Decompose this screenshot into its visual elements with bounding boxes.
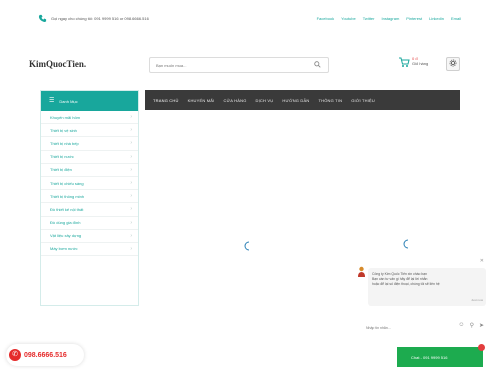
chat-message: Công ty Kim Quốc Tiến xin chào bạn Bạn c… [368,268,486,306]
chat-message-line: hoặc để lại số điện thoại, chúng tôi sẽ … [372,282,440,286]
nav-item-store[interactable]: CỬA HÀNG [223,98,246,103]
category-item-label: Đồ dùng gia đình [50,220,81,226]
category-item[interactable]: Thiết bị thông minh › [41,190,138,204]
gear-icon [449,59,457,69]
chevron-right-icon: › [130,206,132,213]
search-input[interactable] [150,62,310,68]
hotline-block: Gọi ngay cho chúng tôi: 091 9999 516 or … [38,14,149,23]
social-link-youtube[interactable]: Youtube [341,16,356,21]
nav-item-promotions[interactable]: KHUYẾN MÃI [188,98,215,103]
category-item-label: Thiết bị chiếu sáng [50,180,84,186]
search-icon[interactable] [314,61,321,70]
category-item[interactable]: Máy bơm nước › [41,243,138,257]
category-item[interactable]: Thiết bị chiếu sáng › [41,177,138,191]
category-item-label: Vật liệu xây dựng [50,233,82,239]
category-item-label: Thiết bị điện [50,167,72,173]
phone-icon: ✆ [9,349,21,361]
chevron-right-icon: › [130,140,132,147]
nav-item-info[interactable]: THÔNG TIN [318,98,342,103]
chat-tools: ☺ ⚲ ➤ [458,322,484,329]
category-list: Khuyến mãi hôm › Thiết bị vệ sinh › Thiết … [41,111,138,257]
settings-button[interactable] [446,57,460,71]
chat-input[interactable] [366,326,446,330]
category-item[interactable]: Đồ dùng gia đình › [41,217,138,230]
category-item-label: Thiết bị vệ sinh [50,127,77,133]
nav-item-guide[interactable]: HƯỚNG DẪN [282,98,309,103]
nav-item-about[interactable]: GIỚI THIỆU [351,98,375,103]
site-logo[interactable]: KimQuocTien. [29,59,86,69]
search-box [149,57,329,73]
category-item-label: Máy bơm nước [50,246,78,252]
category-item-label: Thiết bị nhà bếp [50,140,79,146]
phone-icon [38,14,47,23]
top-bar: Gọi ngay cho chúng tôi: 091 9999 516 or … [0,0,489,40]
category-item[interactable]: Thiết bị điện › [41,164,138,177]
chevron-right-icon: › [130,127,132,134]
chat-bar-label: Chat - 091 9999 516 [411,354,448,360]
loading-spinner-icon [403,236,411,249]
chevron-right-icon: › [130,166,132,173]
category-item[interactable]: Đồ thiết kế nội thất › [41,203,138,217]
category-item[interactable]: Thiết bị nhà bếp › [41,137,138,151]
hotline-text: Gọi ngay cho chúng tôi: 091 9999 516 or … [51,16,149,21]
agent-avatar [357,266,366,278]
category-item-label: Khuyến mãi hôm [50,114,81,120]
chevron-right-icon: › [130,114,132,121]
close-icon[interactable]: ✕ [480,258,484,264]
chat-popup: ✕ Công ty Kim Quốc Tiến xin chào bạn Bạn… [356,258,486,340]
category-item[interactable]: Vật liệu xây dựng › [41,230,138,243]
chevron-right-icon: › [130,193,132,200]
menu-icon: ☰ [49,98,55,104]
chevron-right-icon: › [130,153,132,160]
category-item[interactable]: Khuyến mãi hôm › [41,111,138,125]
cart-summary[interactable]: 0 đ Giỏ hàng [412,56,442,66]
social-link-twitter[interactable]: Twitter [363,16,375,21]
social-link-linkedin[interactable]: Linkedin [429,16,444,21]
main-nav: TRANG CHỦ KHUYẾN MÃI CỬA HÀNG DỊCH VỤ HƯ… [145,90,460,110]
social-link-pinterest[interactable]: Pinterest [406,16,422,21]
attach-icon[interactable]: ⚲ [470,322,474,329]
emoji-icon[interactable]: ☺ [458,322,464,329]
loading-spinner-icon [244,238,252,251]
chat-message-time: Just now [471,298,483,302]
category-item[interactable]: Thiết bị vệ sinh › [41,124,138,138]
chevron-right-icon: › [130,245,132,252]
chat-bar[interactable]: Chat - 091 9999 516 [397,344,485,367]
chevron-right-icon: › [130,232,132,239]
chevron-right-icon: › [130,180,132,187]
nav-item-services[interactable]: DỊCH VỤ [256,98,274,103]
category-item-label: Đồ thiết kế nội thất [50,206,84,212]
call-button[interactable]: ✆ 098.6666.516 [6,344,84,366]
notification-dot [478,344,485,351]
social-link-facebook[interactable]: Facebook [317,16,335,21]
send-icon[interactable]: ➤ [479,322,484,329]
category-item-label: Thiết bị thông minh [50,193,85,199]
category-menu: ☰ Danh Mục Khuyến mãi hôm › Thiết bị vệ s… [40,90,139,306]
category-item[interactable]: Thiết bị nước › [41,151,138,164]
social-links: Facebook Youtube Twitter Instagram Pinte… [317,16,461,21]
chevron-right-icon: › [130,219,132,226]
category-menu-title: Danh Mục [59,98,78,104]
nav-item-home[interactable]: TRANG CHỦ [153,98,179,103]
cart-label: Giỏ hàng [412,61,429,66]
call-number: 098.6666.516 [24,351,67,359]
category-item-label: Thiết bị nước [50,154,74,160]
cart-icon[interactable] [398,55,410,69]
social-link-instagram[interactable]: Instagram [381,16,399,21]
social-link-email[interactable]: Email [451,16,461,21]
category-menu-header[interactable]: ☰ Danh Mục [41,91,138,111]
